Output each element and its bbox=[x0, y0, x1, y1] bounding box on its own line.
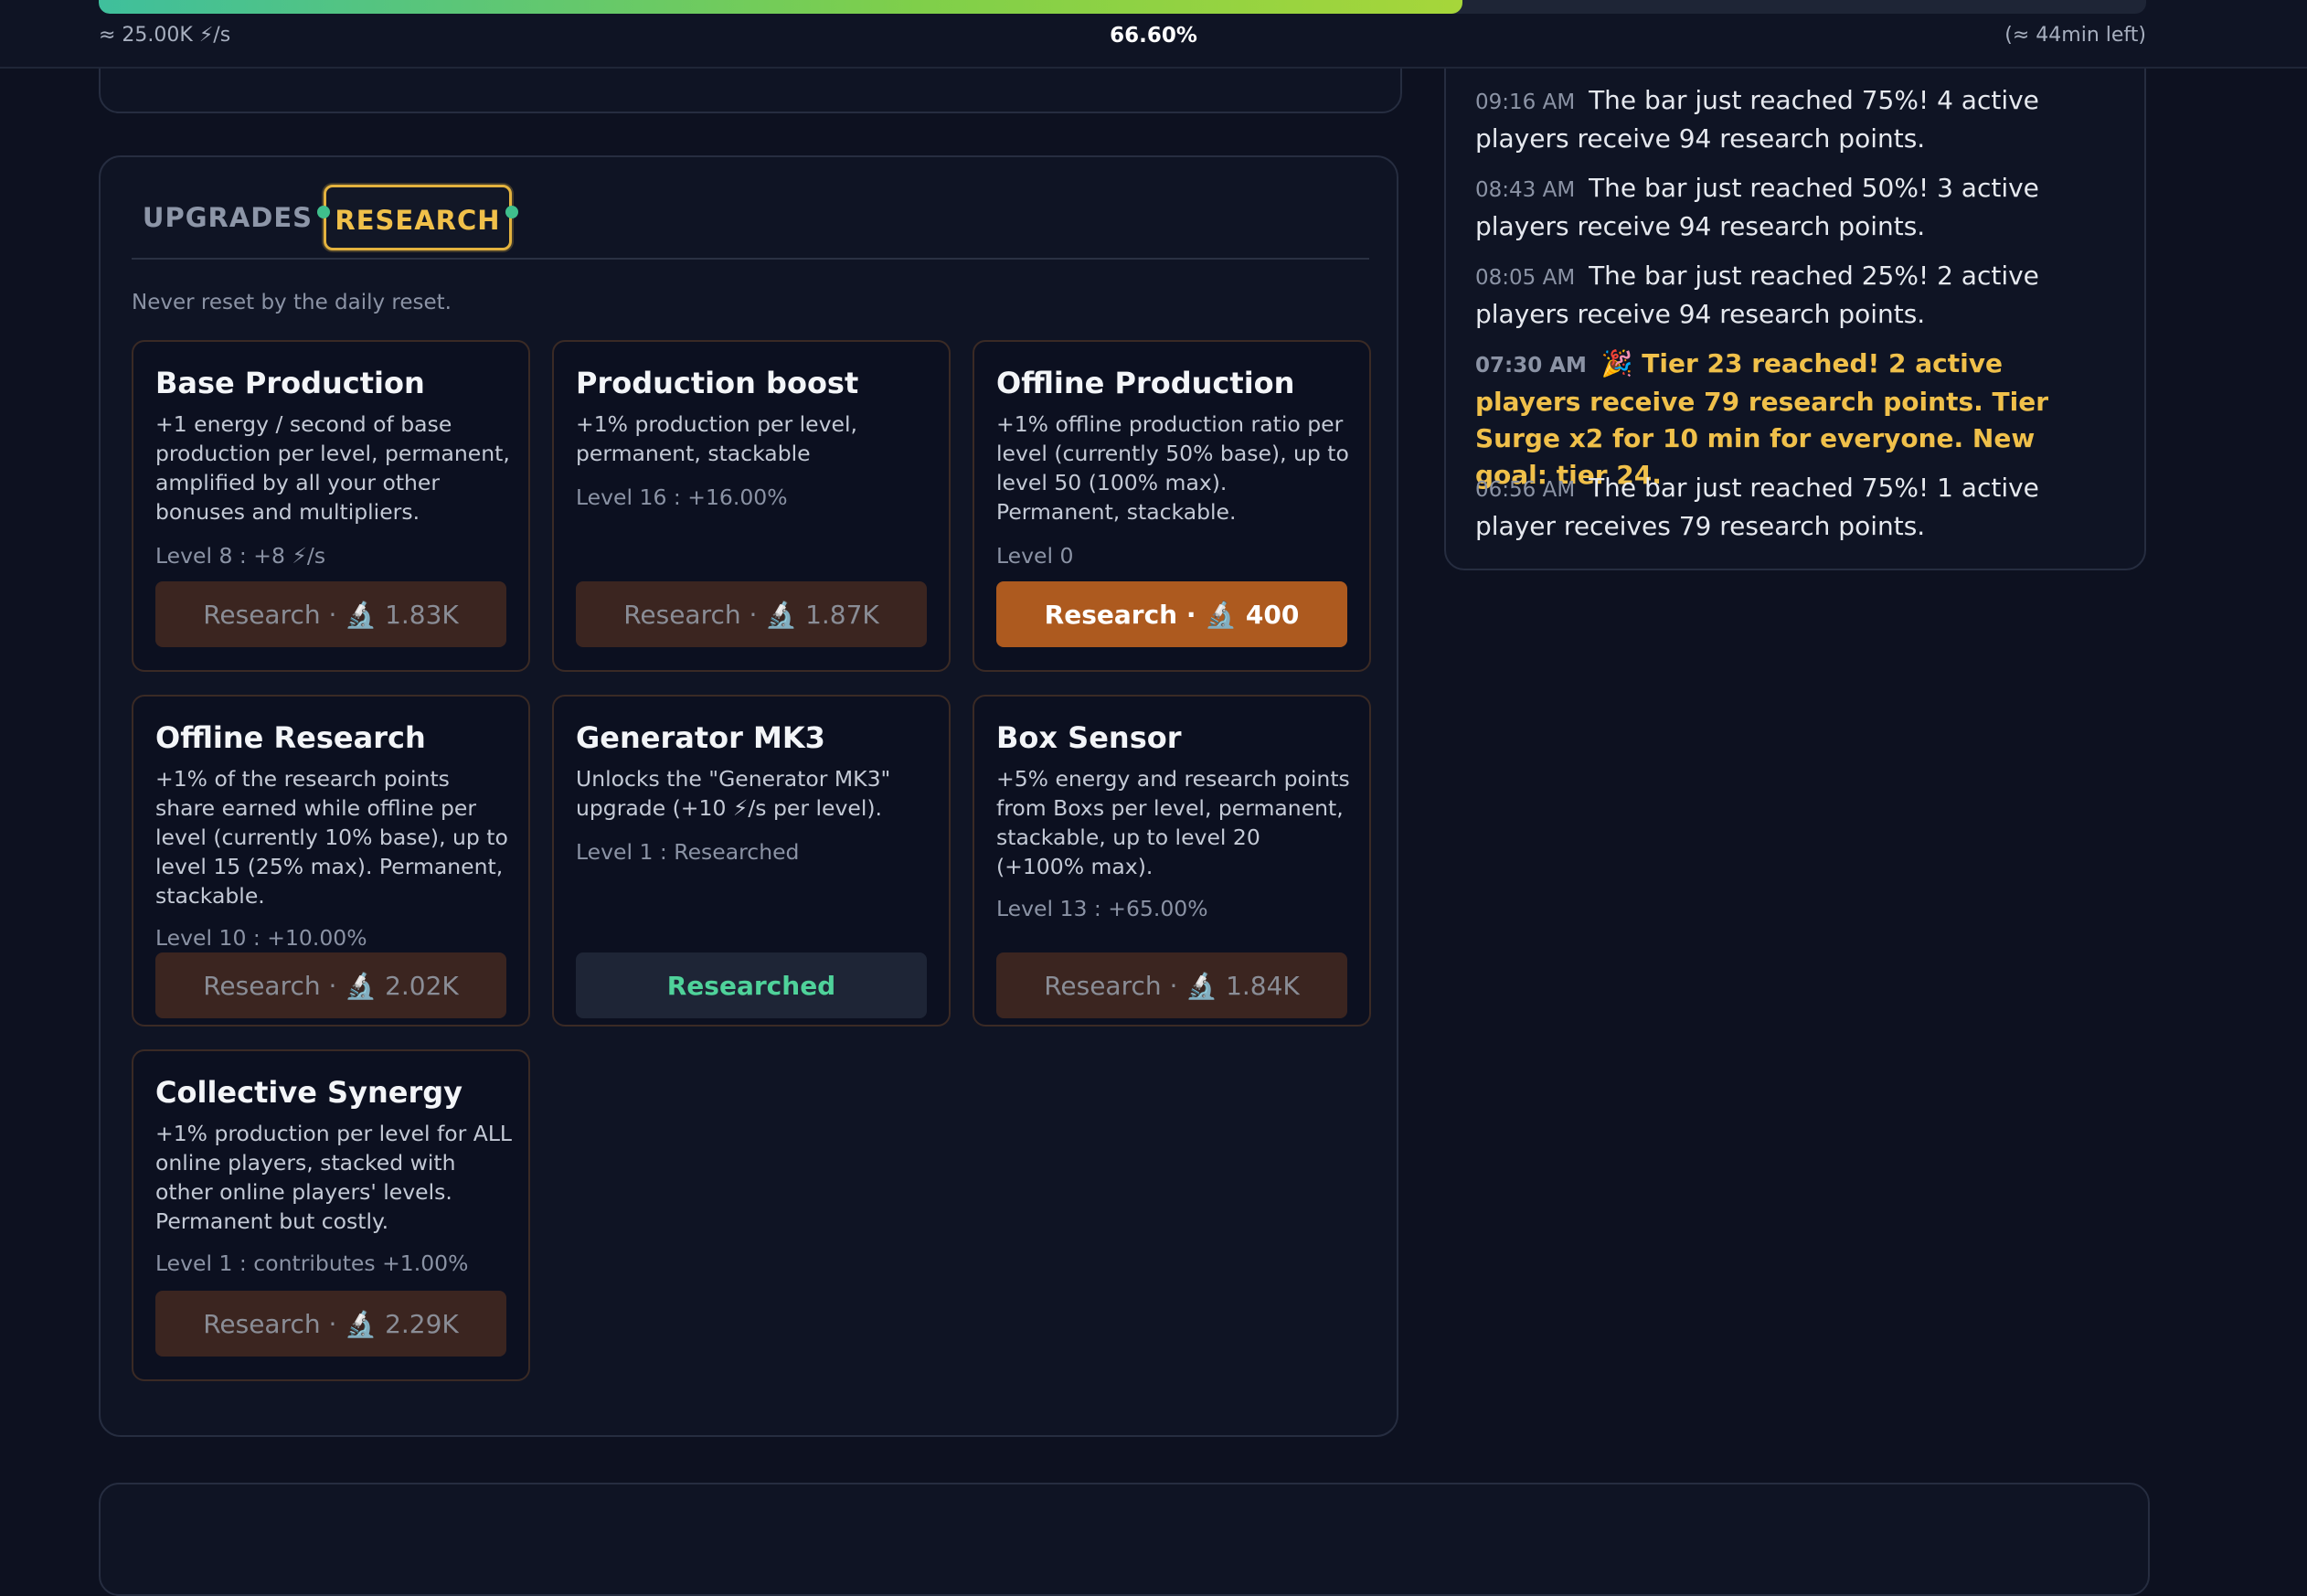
card-title: Collective Synergy bbox=[155, 1075, 462, 1110]
card-title: Offline Research bbox=[155, 720, 426, 755]
card-description: +1% production per level for ALL online … bbox=[155, 1121, 512, 1234]
card-title: Production boost bbox=[576, 366, 859, 400]
research-subtitle: Never reset by the daily reset. bbox=[132, 291, 452, 314]
log-entry: 09:16 AM The bar just reached 75%! 4 act… bbox=[1475, 82, 2115, 157]
tab-research[interactable]: RESEARCH bbox=[324, 185, 512, 250]
card-title: Box Sensor bbox=[996, 720, 1182, 755]
research-panel: UPGRADES RESEARCH Never reset by the dai… bbox=[99, 155, 1398, 1437]
researched-button[interactable]: Researched bbox=[576, 952, 927, 1018]
card-level: Level 13 : +65.00% bbox=[996, 896, 1208, 921]
card-level: Level 16 : +16.00% bbox=[576, 484, 788, 510]
log-time: 08:05 AM bbox=[1475, 266, 1576, 290]
time-left: (≈ 44min left) bbox=[2004, 24, 2146, 47]
card-title: Base Production bbox=[155, 366, 425, 400]
research-button[interactable]: Research · 🔬 2.02K bbox=[155, 952, 506, 1018]
log-time: 08:43 AM bbox=[1475, 178, 1576, 202]
research-button[interactable]: Research · 🔬 1.84K bbox=[996, 952, 1347, 1018]
research-card-offline-production: Offline Production +1% offline productio… bbox=[973, 340, 1371, 672]
research-card-collective-synergy: Collective Synergy +1% production per le… bbox=[132, 1049, 530, 1381]
research-card-box-sensor: Box Sensor +5% energy and research point… bbox=[973, 695, 1371, 1027]
research-card-base-production: Base Production +1 energy / second of ba… bbox=[132, 340, 530, 672]
card-description: +1 energy / second of base production pe… bbox=[155, 411, 510, 525]
card-level: Level 1 : contributes +1.00% bbox=[155, 1250, 469, 1276]
card-title: Generator MK3 bbox=[576, 720, 825, 755]
research-button[interactable]: Research · 🔬 1.83K bbox=[155, 581, 506, 647]
global-progress-header: ≈ 25.00K ⚡/s 66.60% (≈ 44min left) bbox=[0, 0, 2307, 69]
next-panel bbox=[99, 1483, 2150, 1596]
card-title: Offline Production bbox=[996, 366, 1295, 400]
research-card-production-boost: Production boost +1% production per leve… bbox=[552, 340, 951, 672]
log-entry: 08:05 AM The bar just reached 25%! 2 act… bbox=[1475, 258, 2115, 333]
card-description: +1% of the research points share earned … bbox=[155, 766, 508, 909]
log-entry: 06:56 AM The bar just reached 75%! 1 act… bbox=[1475, 470, 2115, 545]
log-time: 06:56 AM bbox=[1475, 478, 1576, 502]
card-level: Level 8 : +8 ⚡/s bbox=[155, 543, 326, 569]
progress-percent: 66.60% bbox=[1110, 24, 1197, 48]
card-level: Level 0 bbox=[996, 543, 1074, 569]
log-time: 07:30 AM bbox=[1475, 354, 1587, 378]
research-button[interactable]: Research · 🔬 2.29K bbox=[155, 1291, 506, 1357]
upgrades-notification-dot bbox=[317, 206, 330, 218]
global-progress-fill bbox=[99, 0, 1462, 14]
log-time: 09:16 AM bbox=[1475, 90, 1576, 114]
card-level: Level 10 : +10.00% bbox=[155, 925, 367, 951]
event-log-panel: 09:16 AM The bar just reached 75%! 4 act… bbox=[1444, 0, 2146, 570]
tab-upgrades[interactable]: UPGRADES bbox=[132, 185, 324, 250]
card-description: +1% offline production ratio per level (… bbox=[996, 411, 1349, 525]
card-description: Unlocks the "Generator MK3" upgrade (+10… bbox=[576, 766, 891, 821]
card-level: Level 1 : Researched bbox=[576, 839, 800, 865]
research-notification-dot bbox=[505, 206, 518, 218]
card-description: +5% energy and research points from Boxs… bbox=[996, 766, 1350, 879]
log-entry: 08:43 AM The bar just reached 50%! 3 act… bbox=[1475, 170, 2115, 245]
research-card-generator-mk3: Generator MK3 Unlocks the "Generator MK3… bbox=[552, 695, 951, 1027]
research-button[interactable]: Research · 🔬 1.87K bbox=[576, 581, 927, 647]
card-description: +1% production per level, permanent, sta… bbox=[576, 411, 857, 466]
tab-bar: UPGRADES RESEARCH bbox=[132, 185, 1369, 260]
global-progress-bar bbox=[99, 0, 2146, 14]
research-card-offline-research: Offline Research +1% of the research poi… bbox=[132, 695, 530, 1027]
research-button[interactable]: Research · 🔬 400 bbox=[996, 581, 1347, 647]
